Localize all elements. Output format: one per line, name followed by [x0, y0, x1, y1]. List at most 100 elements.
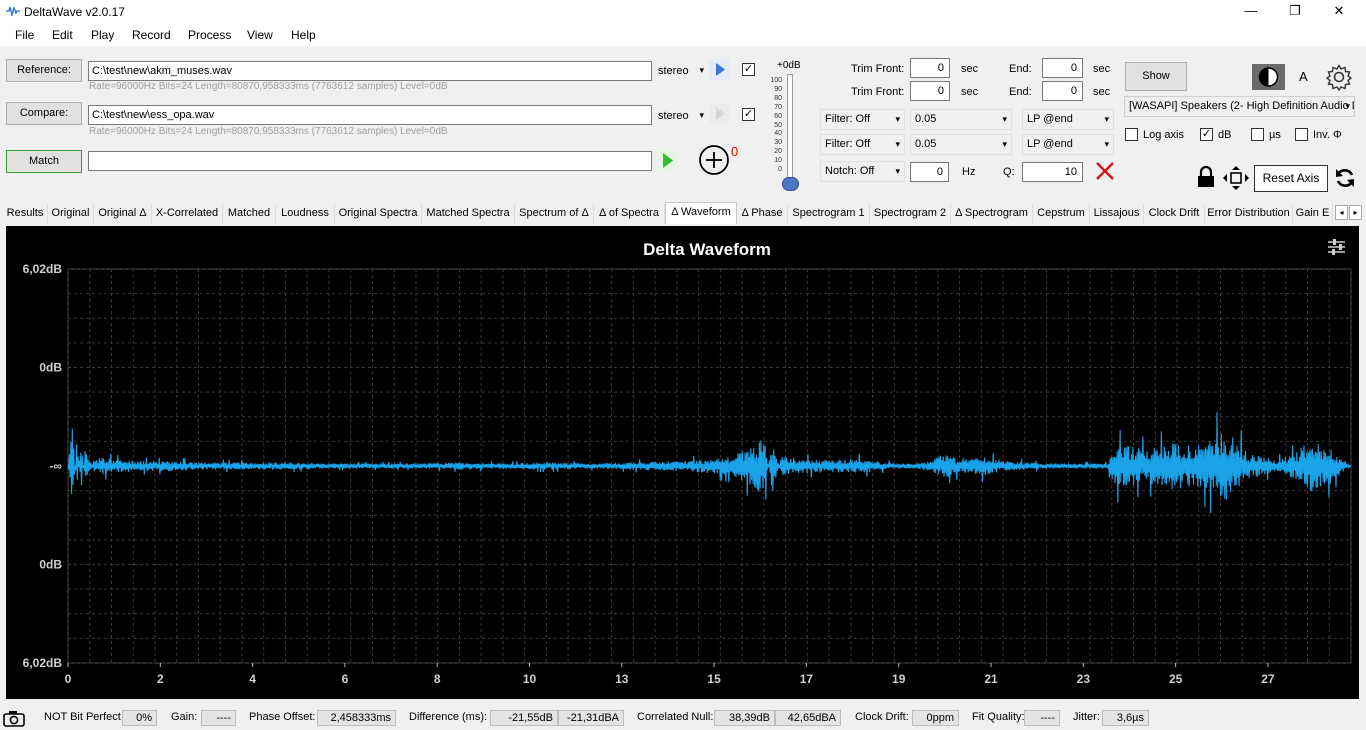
- tab-delta-waveform[interactable]: Δ Waveform: [665, 202, 737, 224]
- x-tick-label: 27: [1261, 672, 1275, 686]
- compare-path-field[interactable]: C:\test\new\ess_opa.wav: [88, 105, 652, 125]
- pan-move-icon[interactable]: [1222, 165, 1250, 191]
- db-checkbox[interactable]: ✓: [1200, 128, 1213, 141]
- compare-play-button[interactable]: [709, 103, 730, 124]
- log-axis-checkbox[interactable]: [1125, 128, 1138, 141]
- lock-icon[interactable]: [1196, 165, 1216, 189]
- menu-record[interactable]: Record: [132, 28, 171, 42]
- reference-play-button[interactable]: [709, 59, 730, 80]
- plus-badge: 0: [731, 144, 739, 159]
- sec-unit-label: sec: [961, 63, 979, 75]
- tab-spectrum-of-delta[interactable]: Spectrum of Δ: [515, 204, 594, 224]
- tab-x-correlated[interactable]: X-Correlated: [152, 204, 223, 224]
- clear-filters-icon[interactable]: [1094, 160, 1116, 182]
- chart-area[interactable]: 6,02dB 0dB -∞ 0dB 6,02dB 0 2 4 6 8 10 13 15 17 19 21 23 2…: [6, 226, 1359, 699]
- tab-delta-spectrogram[interactable]: Δ Spectrogram: [951, 204, 1033, 224]
- log-axis-label: Log axis: [1143, 129, 1184, 141]
- menu-process[interactable]: Process: [188, 28, 231, 42]
- menu-file[interactable]: File: [15, 28, 34, 42]
- level-tick: 80: [774, 94, 782, 102]
- tab-delta-phase[interactable]: Δ Phase: [737, 204, 788, 224]
- reference-button[interactable]: Reference:: [6, 59, 82, 82]
- invert-phase-checkbox[interactable]: [1295, 128, 1308, 141]
- trim-front-field[interactable]: 0: [910, 58, 950, 78]
- reference-enable-checkbox[interactable]: ✓: [742, 63, 755, 76]
- x-tick-label: 19: [892, 672, 906, 686]
- tabs-scroll-right-button[interactable]: ▸: [1349, 205, 1362, 220]
- maximize-button[interactable]: ❐: [1272, 0, 1318, 24]
- match-play-button[interactable]: [657, 150, 678, 171]
- a-weighting-label[interactable]: A: [1299, 69, 1308, 84]
- filter2-lp-select[interactable]: LP @end: [1022, 134, 1114, 155]
- reference-channel-select[interactable]: stereo: [658, 65, 706, 77]
- menu-bar: File Edit Play Record Process View Help: [0, 24, 1366, 46]
- compare-enable-checkbox[interactable]: ✓: [742, 108, 755, 121]
- difference-dba-value: -21,31dBA: [558, 710, 624, 726]
- menu-edit[interactable]: Edit: [52, 28, 73, 42]
- menu-help[interactable]: Help: [291, 28, 316, 42]
- tab-results[interactable]: Results: [3, 204, 48, 224]
- minimize-button[interactable]: —: [1228, 0, 1274, 24]
- filter2-value-select[interactable]: 0.05: [910, 134, 1012, 155]
- filter1-value-select[interactable]: 0.05: [910, 109, 1012, 130]
- tab-original-delta[interactable]: Original Δ: [94, 204, 152, 224]
- delta-waveform-chart[interactable]: 6,02dB0dB-∞0dB6,02dB0 2 4 6 8 10 13 15 17 19 21 23 2…: [6, 226, 1359, 699]
- tab-loudness[interactable]: Loudness: [276, 204, 335, 224]
- db-label: dB: [1218, 129, 1232, 141]
- compare-button[interactable]: Compare:: [6, 102, 82, 125]
- view-tabs: Results Original Original Δ X-Correlated…: [0, 202, 1366, 224]
- level-tick: 90: [774, 85, 782, 93]
- reference-path-field[interactable]: C:\test\new\akm_muses.wav: [88, 61, 652, 81]
- add-plus-circle-icon[interactable]: [698, 143, 732, 177]
- tab-spectrogram-1[interactable]: Spectrogram 1: [788, 204, 870, 224]
- tab-matched[interactable]: Matched: [223, 204, 276, 224]
- trim-front-field-2[interactable]: 0: [910, 81, 950, 101]
- fit-quality-value: ----: [1024, 710, 1060, 726]
- show-button[interactable]: Show: [1125, 62, 1187, 91]
- x-tick-label: 8: [434, 672, 441, 686]
- theme-toggle-button[interactable]: [1252, 64, 1285, 90]
- tab-error-distribution[interactable]: Error Distribution: [1205, 204, 1293, 224]
- notch-select[interactable]: Notch: Off: [820, 161, 905, 182]
- us-checkbox[interactable]: [1251, 128, 1264, 141]
- reset-axis-button[interactable]: Reset Axis: [1254, 165, 1328, 192]
- notch-hz-field[interactable]: 0: [910, 162, 949, 182]
- compare-channel-select[interactable]: stereo: [658, 110, 706, 122]
- tab-clock-drift[interactable]: Clock Drift: [1144, 204, 1205, 224]
- output-device-select[interactable]: [WASAPI] Speakers (2- High Definition Au…: [1124, 96, 1355, 117]
- tab-lissajous[interactable]: Lissajous: [1090, 204, 1144, 224]
- tab-gain-error[interactable]: Gain E: [1293, 204, 1333, 224]
- camera-icon[interactable]: [2, 708, 26, 728]
- close-window-button[interactable]: ✕: [1316, 0, 1362, 24]
- filter2-select[interactable]: Filter: Off: [820, 134, 905, 155]
- level-slider-track[interactable]: [787, 74, 793, 184]
- tab-cepstrum[interactable]: Cepstrum: [1033, 204, 1090, 224]
- match-button[interactable]: Match: [6, 150, 82, 173]
- settings-gear-icon[interactable]: [1325, 63, 1353, 91]
- reference-info: Rate=96000Hz Bits=24 Length=80870,958333…: [89, 81, 448, 92]
- tab-original-spectra[interactable]: Original Spectra: [335, 204, 422, 224]
- trim-end-field-2[interactable]: 0: [1042, 81, 1083, 101]
- correlated-null-dba-value: 42,65dBA: [775, 710, 841, 726]
- gain-label: Gain:: [171, 711, 198, 723]
- tab-original[interactable]: Original: [48, 204, 94, 224]
- tab-matched-spectra[interactable]: Matched Spectra: [422, 204, 515, 224]
- chart-options-icon[interactable]: [1328, 239, 1345, 255]
- y-tick-label: 6,02dB: [23, 262, 63, 276]
- play-icon: [716, 63, 725, 76]
- filter1-select[interactable]: Filter: Off: [820, 109, 905, 130]
- x-tick-label: 13: [615, 672, 629, 686]
- tab-spectrogram-2[interactable]: Spectrogram 2: [870, 204, 951, 224]
- menu-play[interactable]: Play: [91, 28, 114, 42]
- refresh-icon[interactable]: [1333, 166, 1357, 190]
- tab-delta-of-spectra[interactable]: Δ of Spectra: [594, 204, 665, 224]
- tabs-scroll-left-button[interactable]: ◂: [1335, 205, 1348, 220]
- match-progress-field: [88, 151, 652, 171]
- level-slider-thumb[interactable]: [782, 177, 799, 191]
- filter1-lp-select[interactable]: LP @end: [1022, 109, 1114, 130]
- level-tick: 100: [770, 77, 782, 84]
- level-tick: 10: [774, 157, 782, 165]
- trim-end-field[interactable]: 0: [1042, 58, 1083, 78]
- menu-view[interactable]: View: [247, 28, 273, 42]
- q-field[interactable]: 10: [1022, 162, 1083, 182]
